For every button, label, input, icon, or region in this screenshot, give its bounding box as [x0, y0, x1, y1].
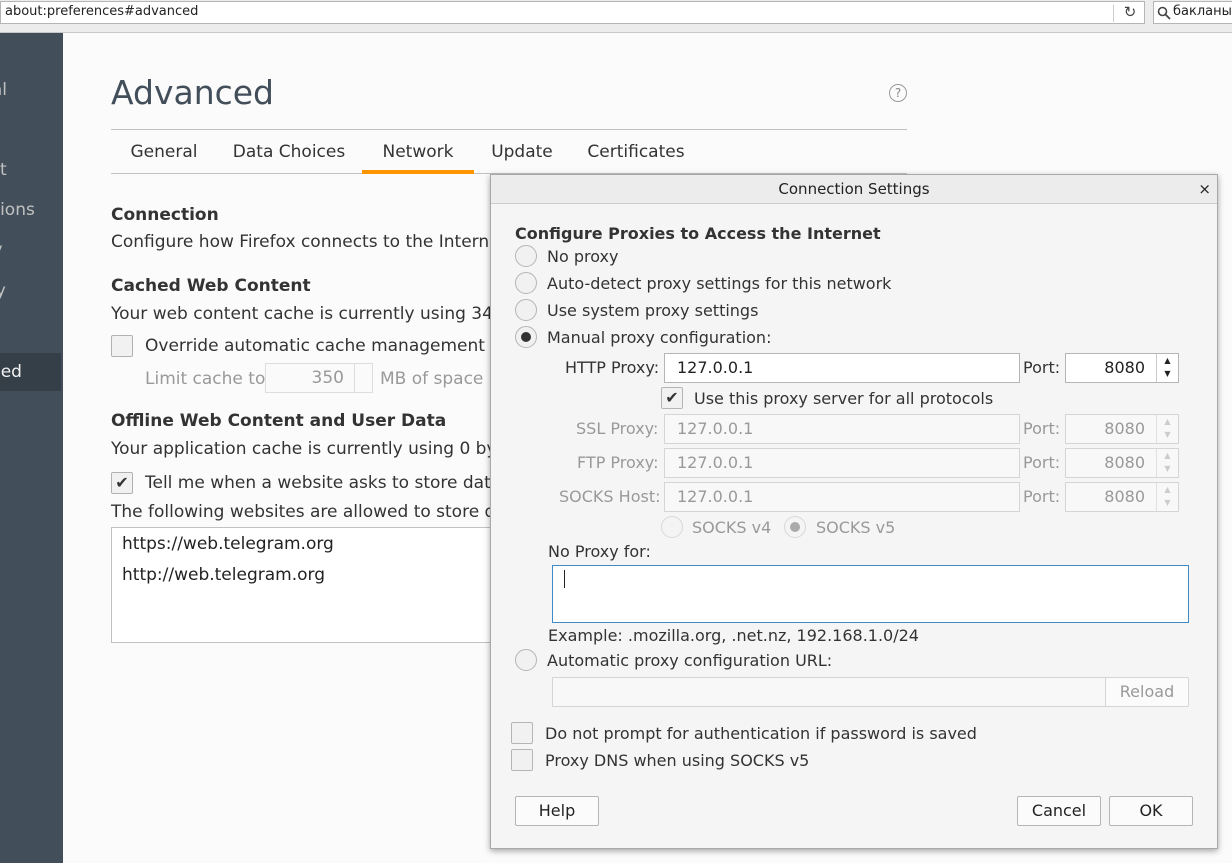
ftp-proxy-input[interactable]: 127.0.0.1	[664, 448, 1020, 478]
offline-description: Your application cache is currently usin…	[111, 439, 504, 459]
no-prompt-auth-checkbox[interactable]	[511, 722, 533, 744]
search-text: бакланы	[1173, 4, 1232, 19]
url-toolbar: about:preferences#advanced ↻ бакланы	[0, 0, 1232, 33]
ftp-port-stepper[interactable]: 8080 ▲ ▼	[1065, 448, 1179, 478]
socks-v5-label: SOCKS v5	[816, 518, 896, 537]
stepper-arrows[interactable]: ▲ ▼	[1156, 354, 1178, 382]
sidebar-item-advanced[interactable]: Advanced	[0, 353, 61, 391]
tab-certificates[interactable]: Certificates	[571, 130, 701, 174]
ssl-port-label: Port:	[1023, 419, 1061, 438]
socks-host-input[interactable]: 127.0.0.1	[664, 482, 1020, 512]
tab-bar: General Data Choices Network Update Cert…	[111, 129, 907, 174]
auto-detect-label: Auto-detect proxy settings for this netw…	[547, 274, 892, 293]
allowed-sites-description: The following websites are allowed to st…	[111, 502, 506, 522]
no-proxy-radio[interactable]	[515, 245, 537, 267]
tab-update[interactable]: Update	[476, 130, 568, 174]
list-item[interactable]: http://web.telegram.org	[122, 565, 325, 585]
connection-heading: Connection	[111, 205, 219, 225]
stepper-arrows[interactable]	[354, 364, 372, 392]
stepper-arrows[interactable]: ▲ ▼	[1156, 415, 1178, 443]
manual-proxy-radio[interactable]	[515, 326, 537, 348]
tab-data-choices[interactable]: Data Choices	[218, 130, 360, 174]
cache-heading: Cached Web Content	[111, 276, 311, 296]
socks-port-value: 8080	[1104, 487, 1145, 506]
auto-url-input[interactable]	[552, 677, 1107, 707]
system-proxy-label: Use system proxy settings	[547, 301, 759, 320]
ssl-port-value: 8080	[1104, 419, 1145, 438]
http-proxy-input[interactable]: 127.0.0.1	[664, 353, 1020, 383]
http-port-value: 8080	[1104, 358, 1145, 377]
limit-cache-unit: MB of space	[380, 369, 484, 389]
reload-icon[interactable]: ↻	[1118, 2, 1142, 23]
no-proxy-for-input[interactable]	[552, 565, 1189, 623]
socks-host-label: SOCKS Host:	[559, 487, 661, 506]
use-all-protocols-checkbox[interactable]: ✔	[661, 387, 683, 409]
stepper-arrows[interactable]: ▲ ▼	[1156, 449, 1178, 477]
sidebar-item-general[interactable]: General	[0, 75, 61, 105]
allowed-sites-list[interactable]: https://web.telegram.org http://web.tele…	[111, 527, 501, 643]
preferences-sidebar: General Content Applications Privacy Sec…	[0, 33, 63, 863]
sidebar-item-security[interactable]: Security	[0, 276, 61, 306]
close-icon[interactable]: ×	[1198, 175, 1211, 204]
offline-heading: Offline Web Content and User Data	[111, 411, 447, 431]
ftp-port-value: 8080	[1104, 453, 1145, 472]
system-proxy-radio[interactable]	[515, 299, 537, 321]
http-port-stepper[interactable]: 8080 ▲ ▼	[1065, 353, 1179, 383]
no-proxy-example: Example: .mozilla.org, .net.nz, 192.168.…	[548, 626, 919, 645]
cache-size-value: 350	[311, 368, 344, 388]
no-proxy-label: No proxy	[547, 247, 619, 266]
ssl-proxy-input[interactable]: 127.0.0.1	[664, 414, 1020, 444]
socks-port-stepper[interactable]: 8080 ▲ ▼	[1065, 482, 1179, 512]
tell-me-label: Tell me when a website asks to store dat…	[145, 473, 502, 493]
manual-proxy-label: Manual proxy configuration:	[547, 328, 772, 347]
ssl-proxy-label: SSL Proxy:	[576, 419, 659, 438]
ftp-proxy-label: FTP Proxy:	[577, 453, 659, 472]
sidebar-item-content[interactable]: Content	[0, 155, 61, 185]
tell-me-checkbox[interactable]: ✔	[111, 472, 133, 494]
connection-description: Configure how Firefox connects to the In…	[111, 232, 507, 252]
proxy-dns-checkbox[interactable]	[511, 749, 533, 771]
no-prompt-auth-label: Do not prompt for authentication if pass…	[545, 724, 977, 743]
search-icon	[1157, 3, 1171, 24]
cache-description: Your web content cache is currently usin…	[111, 304, 504, 324]
socks-v4-radio[interactable]	[661, 516, 683, 538]
sidebar-item-privacy[interactable]: Privacy	[0, 235, 61, 265]
ssl-port-stepper[interactable]: 8080 ▲ ▼	[1065, 414, 1179, 444]
auto-url-radio[interactable]	[515, 649, 537, 671]
http-port-label: Port:	[1023, 358, 1061, 377]
sidebar-item-applications[interactable]: Applications	[0, 195, 61, 225]
limit-cache-label: Limit cache to	[145, 369, 266, 389]
socks-port-label: Port:	[1023, 487, 1061, 506]
help-icon[interactable]: ?	[889, 84, 907, 102]
url-bar[interactable]: about:preferences#advanced ↻	[0, 1, 1145, 24]
cancel-button[interactable]: Cancel	[1017, 796, 1101, 826]
tab-network[interactable]: Network	[362, 130, 474, 174]
ftp-port-label: Port:	[1023, 453, 1061, 472]
override-cache-label: Override automatic cache management	[145, 336, 485, 356]
url-text: about:preferences#advanced	[5, 4, 199, 19]
tab-general[interactable]: General	[111, 130, 217, 174]
connection-settings-dialog: Connection Settings × Configure Proxies …	[490, 174, 1218, 849]
text-cursor	[564, 570, 565, 588]
auto-detect-radio[interactable]	[515, 272, 537, 294]
reload-button[interactable]: Reload	[1105, 677, 1189, 707]
stepper-arrows[interactable]: ▲ ▼	[1156, 483, 1178, 511]
page-title: Advanced	[111, 73, 275, 112]
auto-url-label: Automatic proxy configuration URL:	[547, 651, 833, 670]
override-cache-checkbox[interactable]	[111, 335, 133, 357]
url-divider	[1113, 5, 1114, 22]
http-proxy-label: HTTP Proxy:	[565, 358, 660, 377]
use-all-protocols-label: Use this proxy server for all protocols	[694, 389, 994, 408]
socks-v5-radio[interactable]	[784, 516, 806, 538]
dialog-title: Connection Settings	[491, 175, 1217, 204]
no-proxy-for-label: No Proxy for:	[548, 542, 651, 561]
proxy-heading: Configure Proxies to Access the Internet	[515, 224, 881, 243]
search-bar[interactable]: бакланы	[1153, 1, 1232, 24]
help-button[interactable]: Help	[515, 796, 599, 826]
socks-v4-label: SOCKS v4	[692, 518, 772, 537]
list-item[interactable]: https://web.telegram.org	[122, 534, 334, 554]
ok-button[interactable]: OK	[1109, 796, 1193, 826]
proxy-dns-label: Proxy DNS when using SOCKS v5	[545, 751, 810, 770]
cache-size-stepper[interactable]: 350	[265, 363, 373, 393]
